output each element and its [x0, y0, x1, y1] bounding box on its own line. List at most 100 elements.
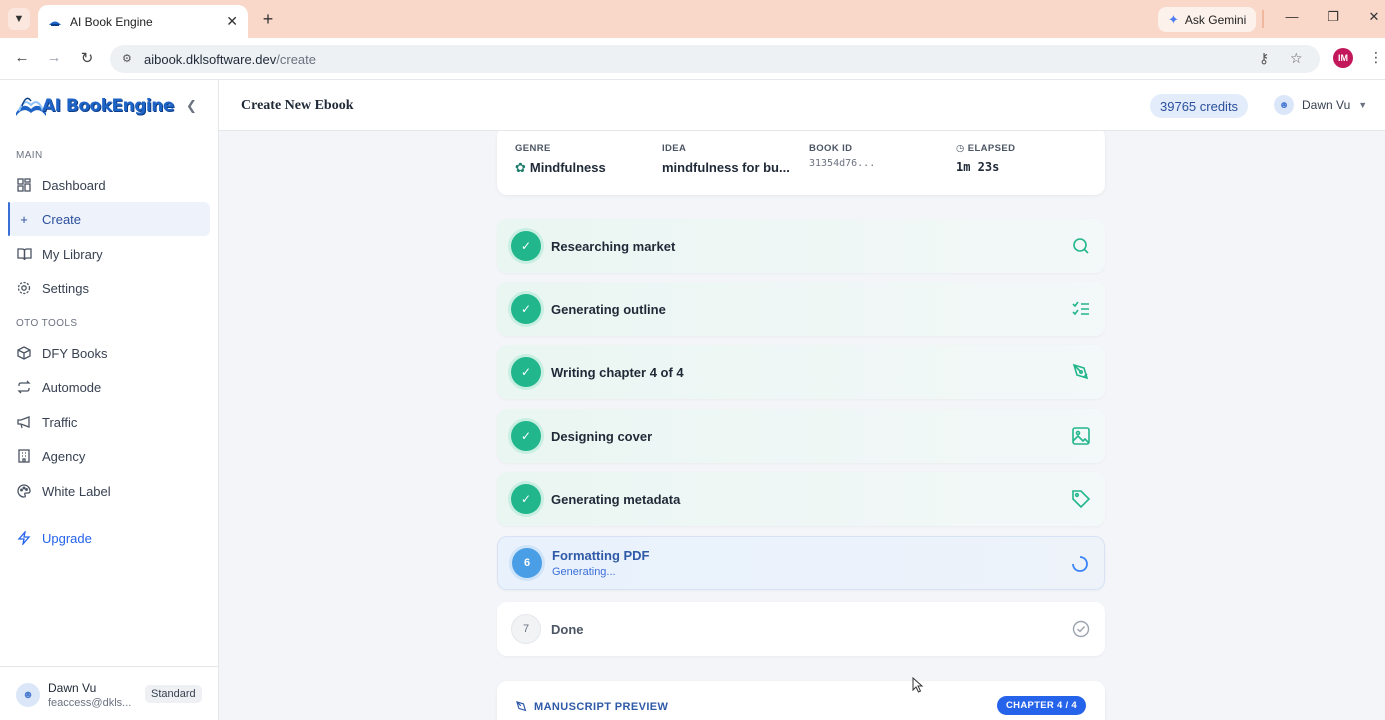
sidebar-item-label: Dashboard	[42, 177, 106, 193]
sidebar-item-label: DFY Books	[42, 345, 108, 361]
book-id-field: BOOK ID 31354d76...	[809, 143, 875, 169]
back-icon[interactable]: ←	[12, 49, 32, 66]
building-icon	[16, 448, 32, 464]
step-formatting-pdf: 6 Formatting PDF Generating...	[497, 536, 1105, 590]
sidebar-item-traffic[interactable]: Traffic	[8, 405, 210, 439]
check-icon: ✓	[511, 231, 541, 261]
favicon-icon	[49, 21, 61, 26]
sidebar-item-label: Settings	[42, 280, 89, 296]
forward-icon[interactable]: →	[44, 49, 64, 66]
profile-avatar[interactable]: IM	[1333, 48, 1353, 68]
gear-icon	[16, 280, 32, 296]
user-menu-name: Dawn Vu	[1302, 98, 1351, 112]
check-icon: ✓	[511, 484, 541, 514]
image-icon	[1072, 427, 1090, 445]
minimize-icon[interactable]: —	[1282, 9, 1302, 24]
spinner-icon	[1072, 556, 1088, 572]
site-info-icon[interactable]: ⚙	[122, 52, 136, 66]
genre-field: GENRE ✿ Mindfulness	[515, 143, 606, 176]
step-name: Done	[551, 621, 584, 637]
sidebar-item-settings[interactable]: Settings	[8, 271, 210, 305]
step-status-text: Generating...	[552, 566, 616, 578]
sidebar-item-white-label[interactable]: White Label	[8, 474, 210, 508]
manuscript-preview-heading: MANUSCRIPT PREVIEW	[515, 700, 668, 713]
sidebar-item-label: Automode	[42, 379, 102, 395]
sidebar-item-create[interactable]: + Create	[8, 202, 210, 236]
sidebar-item-dfy-books[interactable]: DFY Books	[8, 336, 210, 370]
user-menu[interactable]: ☻ Dawn Vu ▼	[1274, 95, 1367, 115]
sidebar-item-upgrade[interactable]: Upgrade	[8, 521, 210, 555]
url-path: /create	[276, 51, 316, 67]
sidebar-item-label: My Library	[42, 246, 103, 262]
elapsed-label-row: ◷ ELAPSED	[956, 143, 1015, 154]
search-icon	[1073, 238, 1089, 254]
book-info-card: GENRE ✿ Mindfulness IDEA mindfulness for …	[497, 131, 1105, 195]
book-id-value: 31354d76...	[809, 158, 876, 169]
sidebar-item-label: Traffic	[42, 414, 78, 430]
step-generating-outline: ✓ Generating outline	[497, 282, 1105, 336]
browser-tab[interactable]: AI Book Engine ✕	[38, 5, 248, 38]
step-writing-chapter: ✓ Writing chapter 4 of 4	[497, 345, 1105, 399]
elapsed-value: 1m 23s	[956, 160, 1000, 174]
url-input[interactable]: ⚙ aibook.dklsoftware.dev/create	[110, 45, 1320, 73]
repeat-icon	[16, 379, 32, 395]
step-name: Designing cover	[551, 428, 653, 444]
sidebar-item-label: White Label	[42, 483, 111, 499]
step-name: Formatting PDF	[552, 548, 650, 563]
pen-tool-icon	[1072, 363, 1089, 380]
app-logo[interactable]: AI BookEngine	[14, 90, 176, 122]
clock-icon: ◷	[956, 143, 968, 154]
credits-badge[interactable]: 39765 credits	[1150, 94, 1249, 118]
footer-user-name: Dawn Vu	[48, 681, 97, 695]
elapsed-field: ◷ ELAPSED 1m 23s	[956, 143, 1015, 174]
reload-icon[interactable]: ↻	[77, 49, 97, 67]
idea-label: IDEA	[662, 143, 687, 154]
sidebar-item-label: Upgrade	[42, 530, 92, 546]
sidebar-item-automode[interactable]: Automode	[8, 370, 210, 404]
manuscript-preview-label: MANUSCRIPT PREVIEW	[534, 700, 669, 713]
sidebar-item-library[interactable]: My Library	[8, 237, 210, 271]
step-generating-metadata: ✓ Generating metadata	[497, 472, 1105, 526]
mouse-cursor-icon	[912, 677, 924, 693]
section-oto-heading: OTO TOOLS	[16, 318, 78, 329]
restore-icon[interactable]: ❐	[1323, 9, 1343, 25]
tab-search-dropdown[interactable]: ▼	[8, 8, 30, 30]
main-content: GENRE ✿ Mindfulness IDEA mindfulness for …	[219, 131, 1385, 720]
browser-menu-icon[interactable]: ⋮	[1369, 49, 1383, 66]
tab-close-icon[interactable]: ✕	[226, 13, 238, 30]
step-name: Researching market	[551, 238, 676, 254]
password-key-icon[interactable]: ⚷	[1259, 50, 1269, 67]
list-checks-icon	[1072, 301, 1089, 316]
step-designing-cover: ✓ Designing cover	[497, 409, 1105, 463]
sidebar-item-dashboard[interactable]: Dashboard	[8, 168, 210, 202]
gemini-spark-icon: ✦	[1168, 11, 1179, 27]
manuscript-preview-card: MANUSCRIPT PREVIEW CHAPTER 4 / 4	[497, 681, 1105, 720]
user-avatar-icon: ☻	[16, 683, 40, 707]
leaf-icon: ✿	[515, 160, 526, 175]
pen-tool-icon	[516, 701, 527, 712]
book-open-icon	[16, 246, 32, 262]
step-name: Generating outline	[551, 301, 666, 317]
plus-icon: +	[20, 211, 28, 227]
collapse-sidebar-icon[interactable]: ❮	[186, 98, 197, 114]
browser-tabbar: ▼ AI Book Engine ✕ + ✦ Ask Gemini — ❐ ✕	[0, 0, 1385, 38]
chevron-down-icon: ▼	[1358, 100, 1368, 110]
new-tab-icon[interactable]: +	[258, 9, 278, 30]
step-researching-market: ✓ Researching market	[497, 219, 1105, 273]
sidebar-user-footer[interactable]: ☻ Dawn Vu feaccess@dkls... Standard	[0, 666, 219, 720]
sidebar-item-agency[interactable]: Agency	[8, 439, 210, 473]
window-close-icon[interactable]: ✕	[1364, 9, 1384, 25]
lightning-icon	[16, 530, 32, 546]
book-id-label: BOOK ID	[809, 143, 853, 154]
package-icon	[16, 345, 32, 361]
check-circle-icon	[1072, 620, 1090, 638]
ask-gemini-button[interactable]: ✦ Ask Gemini	[1158, 7, 1257, 32]
palette-icon	[16, 483, 32, 499]
bookmark-star-icon[interactable]: ☆	[1290, 50, 1303, 67]
brand-name: AI BookEngine	[42, 96, 174, 116]
address-bar: ← → ↻ ⚙ aibook.dklsoftware.dev/create ⚷ …	[0, 38, 1385, 80]
genre-value: Mindfulness	[529, 160, 606, 175]
idea-value: mindfulness for bu...	[662, 160, 790, 175]
tabbar-divider	[1262, 10, 1264, 28]
page-title: Create New Ebook	[241, 98, 354, 113]
